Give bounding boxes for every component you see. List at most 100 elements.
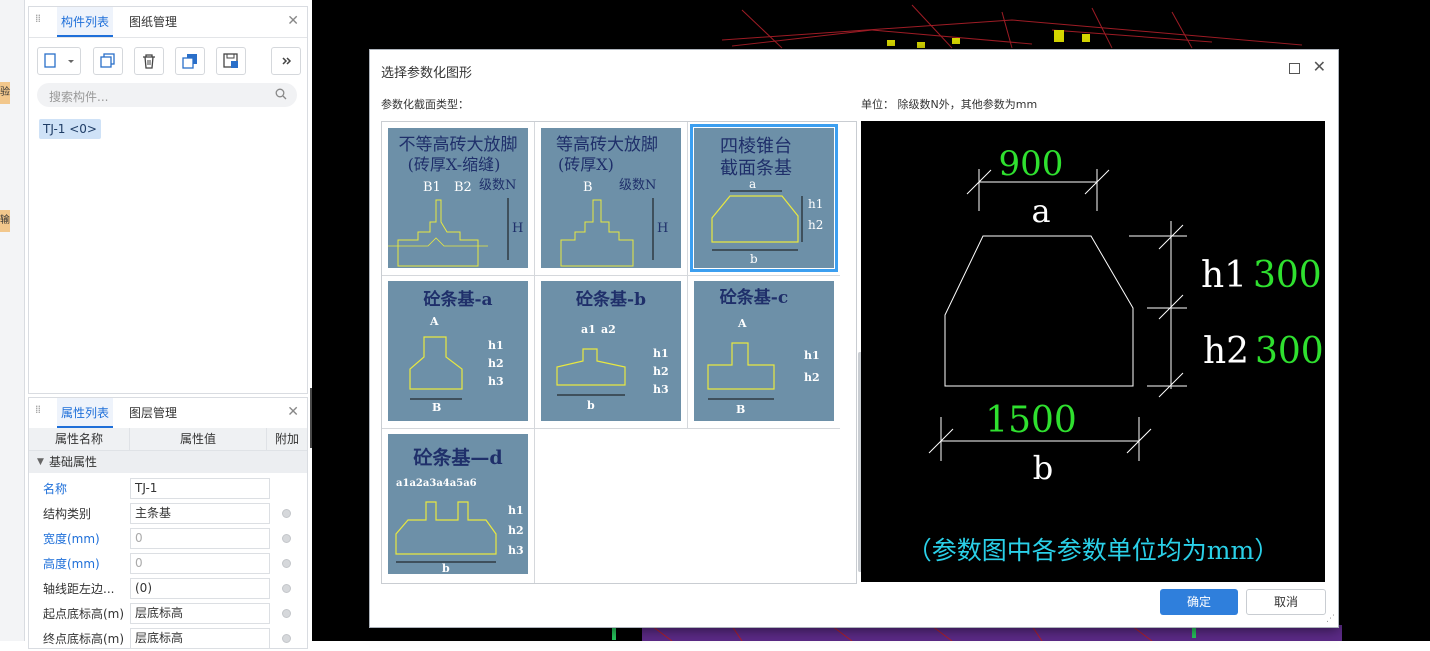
dialog-title: 选择参数化图形	[381, 66, 473, 81]
shape-tile-concrete-footing-b[interactable]: 砼条基-b a1 a2 h1 h2 h3 b	[541, 281, 681, 421]
left-strip-mark[interactable]: 输	[0, 210, 10, 232]
shape-label: a2	[601, 323, 616, 336]
shape-label: h1	[508, 504, 524, 517]
property-panel: ⁞⁞ 属性列表 图层管理 ✕ 属性名称 属性值 附加 ▼ 基础属性 名称 TJ-1…	[28, 397, 308, 649]
maximize-icon[interactable]	[1289, 63, 1300, 74]
new-component-button[interactable]	[37, 47, 81, 75]
shape-thumbnail: 四棱锥台 截面条基 a h1 h2 b	[711, 136, 823, 266]
shape-thumbnail: 砼条基-b a1 a2 h1 h2 h3 b	[556, 289, 669, 412]
close-icon[interactable]: ✕	[287, 14, 299, 28]
extra-checkbox[interactable]	[282, 634, 291, 643]
property-value-field[interactable]: 层底标高	[130, 603, 270, 624]
grid-divider	[382, 275, 840, 276]
unit-note-label: 单位： 除级数N外，其他参数为mm	[861, 98, 1038, 111]
component-panel-header: ⁞⁞ 构件列表 图纸管理 ✕	[29, 7, 307, 38]
drag-grip-icon[interactable]: ⁞⁞	[35, 404, 41, 419]
property-group-basic[interactable]: ▼ 基础属性	[29, 451, 307, 473]
property-value-field[interactable]: 0	[130, 553, 270, 574]
shape-label: B1	[423, 180, 441, 195]
shape-label: h2	[808, 218, 823, 232]
property-value-field[interactable]: 主条基	[130, 503, 270, 524]
property-value-field[interactable]: (0)	[130, 578, 270, 599]
shape-subtitle: 截面条基	[720, 158, 792, 179]
property-row[interactable]: 终点底标高(m) 层底标高	[29, 626, 307, 651]
duplicate-floor-icon	[182, 54, 197, 69]
shape-label: h2	[508, 524, 524, 537]
left-strip-mark[interactable]: 验	[0, 82, 10, 104]
extra-checkbox[interactable]	[282, 584, 291, 593]
property-value-field[interactable]: 层底标高	[130, 628, 270, 649]
close-icon[interactable]: ✕	[1313, 59, 1326, 75]
property-name: 名称	[43, 482, 68, 496]
shape-title: 等高砖大放脚	[556, 135, 658, 155]
delete-button[interactable]	[134, 47, 164, 75]
copy-button[interactable]	[93, 47, 123, 75]
shape-label: B	[583, 180, 593, 195]
column-header-value: 属性值	[130, 428, 267, 450]
copy-from-floor-button[interactable]	[175, 47, 205, 75]
grid-divider	[382, 428, 840, 429]
shape-label: h1	[804, 349, 820, 362]
cancel-button[interactable]: 取消	[1246, 589, 1326, 615]
preview-drawing: 900 a h1 300 h2 300 1500 b （参数图中各参数单位均为m…	[907, 144, 1324, 565]
search-box[interactable]: 搜索构件...	[37, 83, 297, 107]
ok-button[interactable]: 确定	[1160, 589, 1238, 615]
extra-checkbox[interactable]	[282, 609, 291, 618]
preview-a-label: a	[1031, 192, 1050, 230]
shape-thumbnail: 等高砖大放脚 (砖厚X) B 级数N H	[556, 135, 668, 267]
shape-label: H	[512, 221, 523, 236]
component-item-tj1[interactable]: TJ-1 <0>	[39, 119, 101, 139]
shape-thumbnail: 砼条基-c A h1 h2 B	[707, 287, 820, 416]
tab-drawing-management[interactable]: 图纸管理	[125, 7, 181, 37]
column-header-name: 属性名称	[29, 428, 130, 450]
shape-label: H	[657, 221, 668, 236]
shape-tile-concrete-footing-d[interactable]: 砼条基—d a1a2a3a4a5a6 h1 h2 h3 b	[388, 434, 528, 574]
search-icon[interactable]	[275, 88, 287, 100]
shape-label: h3	[508, 544, 524, 557]
shape-tile-concrete-footing-c[interactable]: 砼条基-c A h1 h2 B	[694, 281, 834, 421]
shape-preview: 900 a h1 300 h2 300 1500 b （参数图中各参数单位均为m…	[861, 121, 1325, 582]
save-button[interactable]	[216, 47, 246, 75]
shape-label: a	[749, 177, 756, 191]
tab-component-list[interactable]: 构件列表	[57, 7, 114, 37]
extra-checkbox[interactable]	[282, 509, 291, 518]
shape-tile-truncated-pyramid[interactable]: 四棱锥台 截面条基 a h1 h2 b	[690, 124, 838, 272]
shape-tile-equal-brick-footing[interactable]: 等高砖大放脚 (砖厚X) B 级数N H	[541, 128, 681, 268]
shape-title: 不等高砖大放脚	[399, 135, 518, 155]
property-value-field[interactable]: 0	[130, 528, 270, 549]
search-placeholder[interactable]: 搜索构件...	[49, 88, 108, 105]
extra-checkbox[interactable]	[282, 534, 291, 543]
tab-property-list[interactable]: 属性列表	[57, 398, 114, 428]
collapse-arrow-icon[interactable]: ▼	[37, 451, 44, 473]
shape-label: h2	[653, 365, 669, 378]
property-row[interactable]: 名称 TJ-1	[29, 476, 307, 501]
tab-layer-management[interactable]: 图层管理	[125, 398, 181, 428]
more-icon	[282, 57, 292, 65]
shape-label: h1	[488, 339, 504, 352]
property-row[interactable]: 轴线距左边... (0)	[29, 576, 307, 601]
shape-tile-concrete-footing-a[interactable]: 砼条基-a A h1 h2 h3 B	[388, 281, 528, 421]
shape-label: h1	[653, 347, 669, 360]
resize-grip-icon[interactable]: ⋰	[1326, 614, 1335, 624]
shape-tile-unequal-brick-footing[interactable]: 不等高砖大放脚 (砖厚X-缩缝) B1 B2 级数N H	[388, 128, 528, 268]
extra-checkbox[interactable]	[282, 559, 291, 568]
save-icon	[223, 53, 238, 68]
close-icon[interactable]: ✕	[287, 405, 299, 419]
shape-title: 砼条基-b	[576, 289, 646, 310]
property-value-field[interactable]: TJ-1	[130, 478, 270, 499]
property-row[interactable]: 起点底标高(m) 层底标高	[29, 601, 307, 626]
preview-b-value: 1500	[985, 400, 1077, 441]
property-row[interactable]: 高度(mm) 0	[29, 551, 307, 576]
shape-thumbnail: 砼条基-a A h1 h2 h3 B	[409, 289, 504, 414]
property-name: 终点底标高(m)	[43, 632, 125, 646]
shape-label: h2	[488, 357, 504, 370]
property-row[interactable]: 宽度(mm) 0	[29, 526, 307, 551]
more-button[interactable]	[271, 47, 301, 75]
property-grid-header: 属性名称 属性值 附加	[29, 428, 307, 451]
shape-label: A	[737, 317, 747, 330]
copy-icon	[100, 53, 115, 68]
column-header-extra: 附加	[274, 432, 299, 446]
drag-grip-icon[interactable]: ⁞⁞	[35, 13, 41, 28]
property-row[interactable]: 结构类别 主条基	[29, 501, 307, 526]
shape-label: h3	[653, 383, 669, 396]
